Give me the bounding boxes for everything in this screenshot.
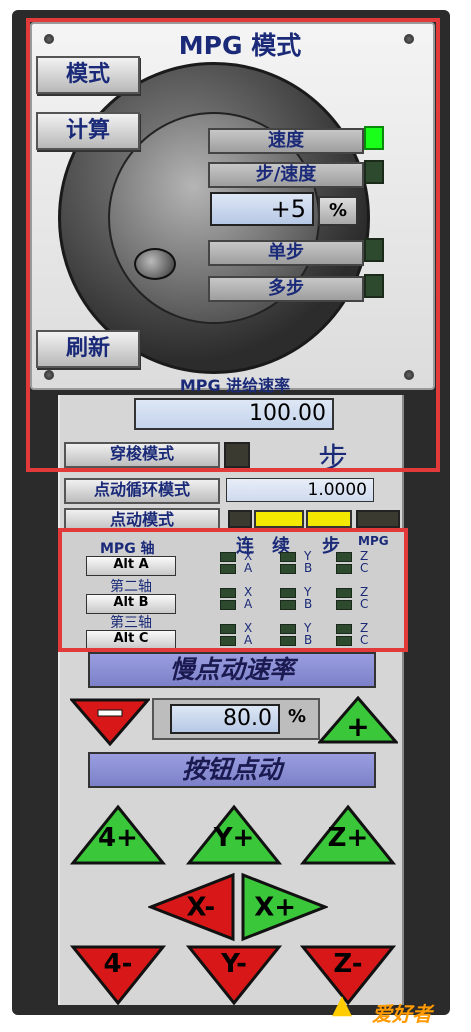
jog-button-label: 4+ xyxy=(98,823,138,853)
jog-z-plus-button[interactable]: Z+ xyxy=(300,804,396,866)
jog-button-label: Y+ xyxy=(213,823,255,853)
jog-mode-indicator xyxy=(306,510,352,528)
jog-button-label: X+ xyxy=(254,892,296,922)
jog-button-label: 4- xyxy=(104,949,133,979)
logo-icon: ▲ xyxy=(332,990,352,1020)
highlight-box-top xyxy=(26,18,440,472)
jog-x-minus-button[interactable]: X- xyxy=(148,872,236,942)
svg-text:+: + xyxy=(346,710,369,743)
jog-rate-unit: % xyxy=(287,706,307,727)
jog-rate-plus-button[interactable]: + xyxy=(318,694,398,746)
jog-button-label: Y- xyxy=(220,949,247,979)
jog-button-label: Z+ xyxy=(328,823,369,853)
jog-button-label: X- xyxy=(186,892,215,922)
jog-cycle-value[interactable]: 1.0000 xyxy=(226,478,374,502)
jog-mode-indicator xyxy=(254,510,304,528)
jog-y-plus-button[interactable]: Y+ xyxy=(186,804,282,866)
logo-text: 爱好者 xyxy=(372,1002,432,1026)
highlight-box-axis xyxy=(58,528,408,652)
jog-x-plus-button[interactable]: X+ xyxy=(240,872,328,942)
jog-y-minus-button[interactable]: Y- xyxy=(186,944,282,1006)
jog-mode-led xyxy=(228,510,252,528)
slow-jog-rate-banner: 慢点动速率 xyxy=(88,652,376,688)
jog-cycle-mode-button[interactable]: 点动循环模式 xyxy=(64,478,220,504)
jog-a-plus-button[interactable]: 4+ xyxy=(70,804,166,866)
button-jog-banner: 按钮点动 xyxy=(88,752,376,788)
jog-rate-field[interactable]: 80.0 xyxy=(170,704,280,734)
jog-button-label: Z- xyxy=(333,949,362,979)
jog-a-minus-button[interactable]: 4- xyxy=(70,944,166,1006)
jog-rate-minus-button[interactable] xyxy=(70,696,150,746)
jog-mode-led xyxy=(356,510,400,528)
